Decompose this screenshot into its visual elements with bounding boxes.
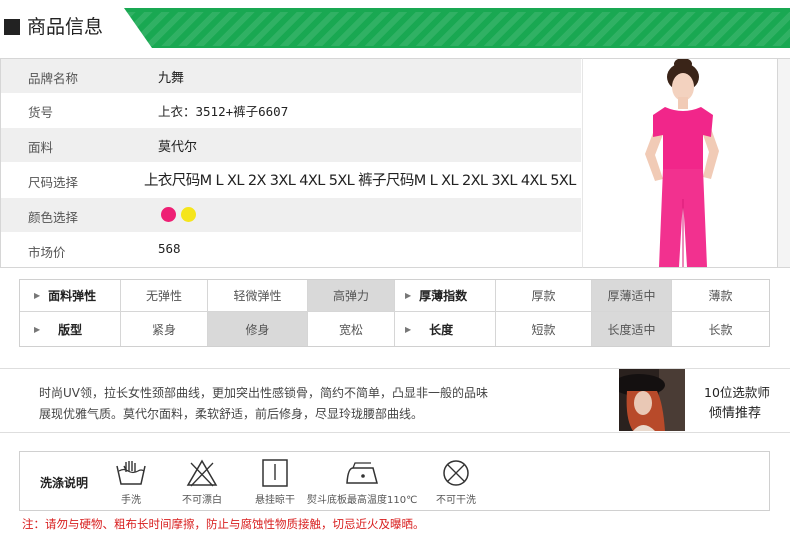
info-row-size: 尺码选择 上衣尺码M L XL 2X 3XL 4XL 5XL 裤子尺码M L X… — [1, 163, 581, 197]
no-bleach-icon — [186, 459, 218, 487]
attr-head-label: 面料弹性 — [48, 289, 97, 303]
info-label: 货号 — [28, 105, 54, 120]
info-value: 九舞 — [158, 71, 185, 86]
info-label: 面料 — [28, 140, 54, 155]
info-row-fabric: 面料 莫代尔 — [1, 128, 581, 162]
attr-option: 短款 — [496, 312, 592, 346]
triangle-right-icon: ▶ — [405, 291, 412, 300]
model-illustration — [645, 59, 719, 267]
attr-head-label: 版型 — [58, 322, 83, 337]
photo-side-strip — [777, 58, 790, 268]
product-info-table: 品牌名称 九舞 货号 上衣：3512+裤子6607 面料 莫代尔 尺码选择 上衣… — [0, 58, 583, 268]
attr-option-selected: 长度适中 — [592, 312, 672, 346]
attribute-grid: ▶ 面料弹性 无弹性 轻微弹性 高弹力 ▶ 厚薄指数 厚款 厚薄适中 薄款 ▶ 版型 … — [19, 279, 770, 347]
designer-photo — [619, 369, 685, 431]
description-line: 展现优雅气质。莫代尔面料，柔软舒适，前后修身，尽显玲珑腰部曲线。 — [39, 407, 424, 421]
attr-option: 长款 — [708, 322, 733, 337]
attr-head-elasticity: ▶ 面料弹性 — [20, 280, 121, 312]
attr-option: 厚款 — [496, 280, 592, 312]
attr-head-fit: ▶ 版型 — [20, 312, 121, 346]
product-photo — [582, 58, 778, 268]
designer-portrait-illustration — [619, 369, 685, 431]
iron-110-icon — [346, 462, 378, 484]
color-swatches — [161, 207, 201, 222]
attr-option: 无弹性 — [121, 280, 208, 312]
attr-option: 轻微弹性 — [208, 280, 308, 312]
info-row-item-number: 货号 上衣：3512+裤子6607 — [1, 93, 581, 127]
attr-option: 宽松 — [308, 312, 395, 346]
designer-description: 时尚UV领，拉长女性颈部曲线，更加突出性感锁骨，简约不简单，凸显非一般的品味 展… — [39, 383, 599, 425]
info-value: 莫代尔 — [158, 140, 198, 155]
attr-head-length: ▶ 长度 — [395, 312, 496, 346]
info-label: 市场价 — [28, 245, 66, 260]
info-label: 颜色选择 — [28, 210, 79, 225]
designer-note: 时尚UV领，拉长女性颈部曲线，更加突出性感锁骨，简约不简单，凸显非一般的品味 展… — [0, 368, 790, 433]
section-header: 商品信息 — [0, 0, 790, 48]
info-value: 上衣尺码M L XL 2X 3XL 4XL 5XL 裤子尺码M L XL 2XL… — [144, 173, 576, 189]
info-value: 568 — [158, 241, 181, 256]
attr-head-thickness: ▶ 厚薄指数 — [395, 280, 496, 312]
hand-wash-icon — [116, 461, 146, 485]
no-dry-clean-icon — [443, 460, 469, 486]
header-square-icon — [4, 19, 20, 35]
recommend-text: 倾情推荐 — [709, 406, 762, 421]
info-label: 尺码选择 — [28, 175, 79, 190]
attr-head-label: 长度 — [429, 322, 454, 337]
info-row-color: 颜色选择 — [1, 198, 581, 232]
section-title: 商品信息 — [27, 16, 104, 38]
color-swatch-yellow[interactable] — [181, 207, 196, 222]
hang-dry-icon — [262, 459, 288, 487]
attr-option-selected: 厚薄适中 — [592, 280, 672, 312]
triangle-right-icon: ▶ — [405, 324, 412, 334]
attr-option-selected: 高弹力 — [308, 280, 395, 312]
color-swatch-pink[interactable] — [161, 207, 176, 222]
info-row-brand: 品牌名称 九舞 — [1, 59, 581, 93]
wash-item-no-dry-clean: 不可干洗 — [401, 458, 511, 506]
care-warning: 注：请勿与硬物、粗布长时间摩擦，防止与腐蚀性物质接触，切忌近火及曝晒。 — [22, 517, 425, 531]
info-label: 品牌名称 — [28, 71, 79, 86]
triangle-right-icon: ▶ — [34, 291, 41, 300]
wash-label: 不可干洗 — [436, 495, 476, 506]
description-line: 时尚UV领，拉长女性颈部曲线，更加突出性感锁骨，简约不简单，凸显非一般的品味 — [39, 386, 488, 400]
triangle-right-icon: ▶ — [34, 324, 41, 334]
info-value: 上衣：3512+裤子6607 — [158, 104, 289, 119]
info-row-price: 市场价 568 — [1, 233, 581, 267]
attr-option-selected: 修身 — [208, 312, 308, 346]
attr-option: 薄款 — [672, 280, 769, 312]
attr-head-label: 厚薄指数 — [419, 289, 468, 303]
attr-option: 紧身 — [121, 312, 208, 346]
wash-instructions: 洗涤说明 手洗 不可漂白 悬挂晾干 熨斗底板最高温度110℃ 不可干洗 — [19, 451, 770, 511]
recommend-count: 10位选款师 — [704, 385, 770, 400]
